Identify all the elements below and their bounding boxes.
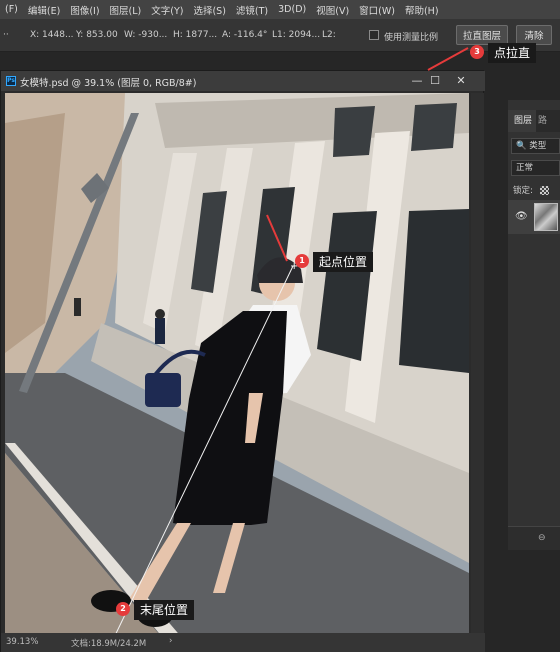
status-menu-arrow-icon[interactable]: ›: [169, 636, 172, 646]
menu-select[interactable]: 选择(S): [188, 3, 230, 17]
window: [333, 106, 375, 157]
straighten-layer-button[interactable]: 拉直图层: [456, 25, 508, 45]
menu-filter[interactable]: 滤镜(T): [231, 3, 273, 17]
pedestrian: [74, 298, 81, 316]
callout-3-label: 点拉直: [488, 43, 537, 63]
menu-bar: (F) 编辑(E) 图像(I) 图层(L) 文字(Y) 选择(S) 滤镜(T) …: [0, 0, 560, 19]
layers-panel: 图层 路 🔍 类型 正常 锁定: 👁 ⊖: [508, 100, 560, 550]
photo-illustration: + +: [5, 93, 469, 652]
menu-file[interactable]: (F): [0, 4, 23, 15]
clear-button[interactable]: 清除: [516, 25, 552, 45]
menu-3d[interactable]: 3D(D): [273, 4, 311, 15]
lock-row: 锁定:: [513, 184, 549, 196]
layer-thumbnail: [534, 203, 558, 231]
status-bar: 39.13% 文档:18.9M/24.2M ›: [1, 633, 485, 652]
lock-transparent-icon[interactable]: [539, 186, 549, 195]
ps-document-icon: Ps: [6, 76, 16, 86]
visibility-eye-icon[interactable]: 👁: [515, 211, 528, 222]
vertical-scrollbar[interactable]: [471, 93, 484, 633]
use-measurement-scale-label: 使用测量比例: [384, 33, 439, 43]
link-layers-icon[interactable]: ⊖: [538, 533, 546, 543]
use-measurement-scale-checkbox[interactable]: [369, 30, 379, 40]
layer-kind-filter[interactable]: 🔍 类型: [511, 138, 560, 154]
window: [399, 209, 469, 373]
canvas[interactable]: + +: [5, 93, 469, 652]
lock-label: 锁定:: [513, 186, 533, 196]
pedestrian: [155, 318, 165, 344]
h-readout: H: 1877...: [173, 30, 218, 40]
zoom-level[interactable]: 39.13%: [6, 637, 38, 647]
menu-image[interactable]: 图像(I): [65, 3, 104, 17]
callout-1-badge: 1: [295, 254, 309, 268]
window: [411, 103, 457, 151]
tab-layers[interactable]: 图层: [508, 110, 536, 132]
menu-view[interactable]: 视图(V): [311, 3, 354, 17]
callout-2-badge: 2: [116, 602, 130, 616]
tab-paths[interactable]: 路: [538, 110, 547, 132]
layer-row[interactable]: 👁: [508, 200, 560, 234]
document-size-info: 文档:18.9M/24.2M: [71, 639, 147, 649]
blend-mode-select[interactable]: 正常: [511, 160, 560, 176]
restore-icon[interactable]: ☐: [427, 73, 443, 88]
w-readout: W: -930...: [124, 30, 168, 40]
document-window: Ps 女模特.psd @ 39.1% (图层 0, RGB/8#) — ☐ ✕: [0, 70, 485, 652]
handbag: [145, 373, 181, 407]
callout-2-label: 末尾位置: [134, 600, 195, 620]
minimize-icon[interactable]: —: [409, 73, 425, 88]
document-title-bar[interactable]: Ps 女模特.psd @ 39.1% (图层 0, RGB/8#) — ☐ ✕: [1, 71, 485, 91]
menu-window[interactable]: 窗口(W): [354, 3, 400, 17]
close-icon[interactable]: ✕: [453, 73, 469, 88]
l1-readout: L1: 2094...: [272, 30, 321, 40]
menu-type[interactable]: 文字(Y): [146, 3, 188, 17]
options-grip: ··: [3, 30, 9, 40]
angle-readout: A: -116.4°: [222, 30, 268, 40]
menu-edit[interactable]: 编辑(E): [23, 3, 65, 17]
y-readout: Y: 853.00: [76, 30, 118, 40]
x-readout: X: 1448...: [30, 30, 74, 40]
menu-help[interactable]: 帮助(H): [400, 3, 444, 17]
pedestrian-head: [155, 309, 165, 319]
callout-1-label: 起点位置: [313, 252, 374, 272]
l2-readout: L2:: [322, 30, 336, 40]
callout-3-badge: 3: [470, 45, 484, 59]
document-title: 女模特.psd @ 39.1% (图层 0, RGB/8#): [20, 78, 197, 89]
photoshop-window: (F) 编辑(E) 图像(I) 图层(L) 文字(Y) 选择(S) 滤镜(T) …: [0, 0, 560, 652]
menu-layer[interactable]: 图层(L): [105, 3, 147, 17]
panel-tabs: 图层 路: [508, 110, 560, 132]
panel-bottom-bar: ⊖: [508, 526, 560, 550]
